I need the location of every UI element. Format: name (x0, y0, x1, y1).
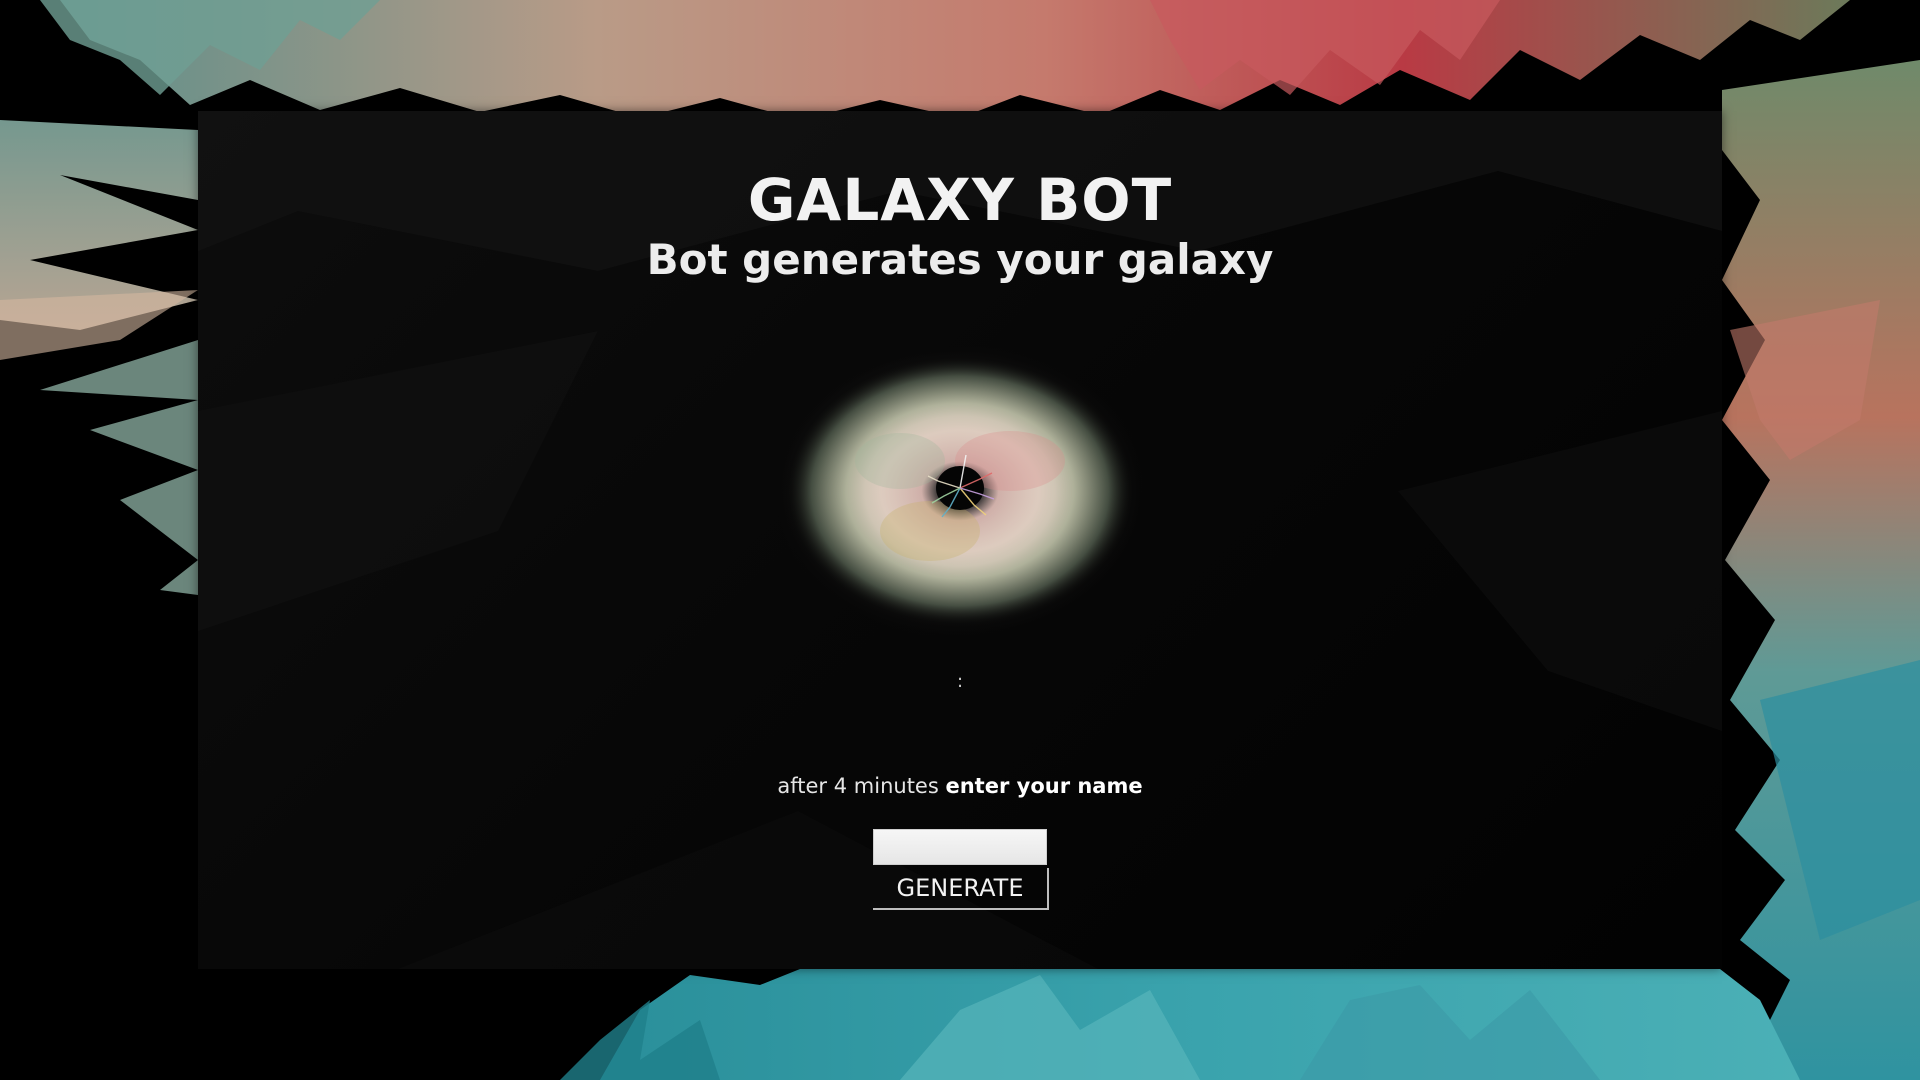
name-input[interactable] (873, 829, 1047, 865)
generate-button[interactable]: GENERATE (873, 868, 1049, 910)
instruction-text: after 4 minutes enter your name (198, 774, 1722, 798)
countdown-timer: : (956, 671, 964, 692)
instruction-emphasis: enter your name (945, 774, 1143, 798)
instruction-prefix: after 4 minutes (777, 774, 939, 798)
page: GALAXY BOT Bot generates your galaxy: a… (0, 0, 1920, 1080)
page-title: GALAXY BOT (747, 166, 1173, 234)
page-subtitle: Bot generates your galaxy (646, 235, 1274, 284)
main-panel: GALAXY BOT Bot generates your galaxy: a… (198, 111, 1722, 969)
